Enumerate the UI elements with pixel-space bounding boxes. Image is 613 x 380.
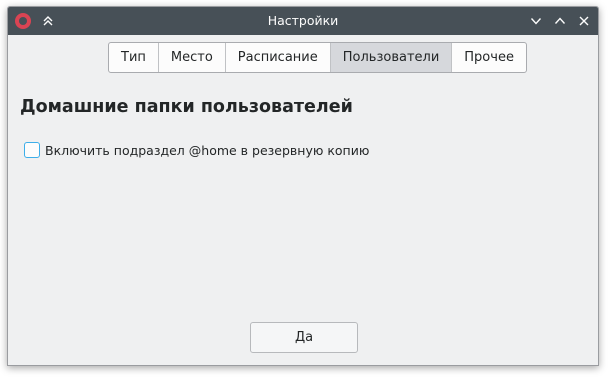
tab-schedule[interactable]: Расписание [226, 43, 331, 72]
include-home-label[interactable]: Включить подраздел @home в резервную коп… [45, 143, 369, 158]
include-home-option[interactable]: Включить подраздел @home в резервную коп… [24, 141, 369, 159]
tab-other[interactable]: Прочее [452, 43, 526, 72]
chevron-up-icon[interactable] [550, 11, 570, 31]
chevron-down-icon[interactable] [526, 11, 546, 31]
tab-bar: Тип Место Расписание Пользователи Прочее [108, 42, 527, 73]
settings-window: Настройки Тип Место Расписание Пользоват… [7, 6, 599, 366]
tab-users[interactable]: Пользователи [330, 43, 453, 72]
include-home-checkbox[interactable] [24, 142, 40, 158]
window-title: Настройки [267, 13, 339, 28]
ok-button[interactable]: Да [250, 322, 358, 353]
tab-type[interactable]: Тип [109, 43, 159, 72]
close-icon[interactable] [574, 11, 594, 31]
tab-location[interactable]: Место [159, 43, 226, 72]
section-heading: Домашние папки пользователей [20, 97, 353, 117]
titlebar[interactable]: Настройки [8, 7, 598, 35]
